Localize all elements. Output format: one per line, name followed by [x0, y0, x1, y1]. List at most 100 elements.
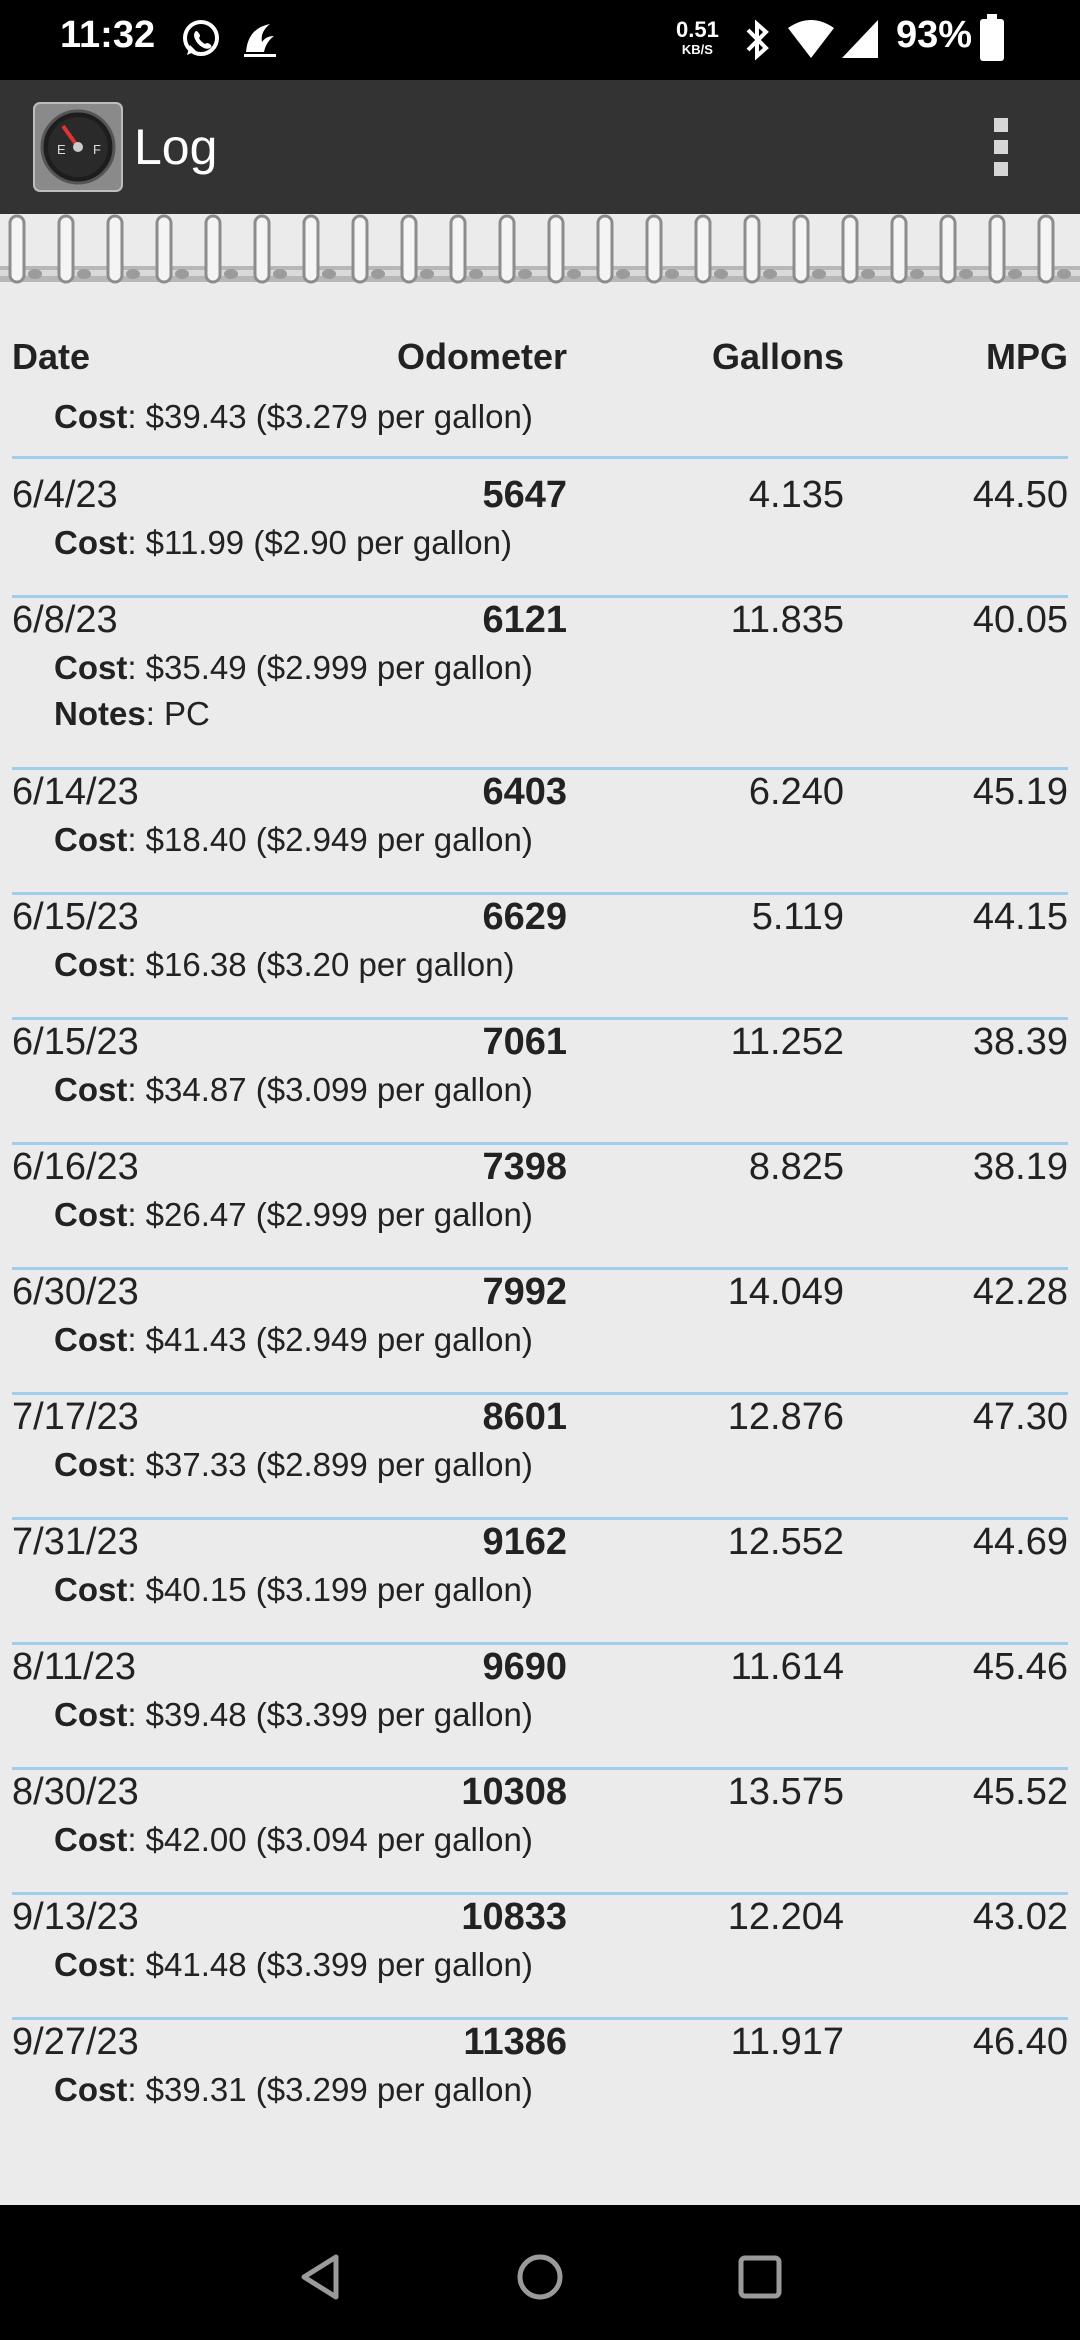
svg-text:E: E	[57, 142, 66, 157]
entry-mpg: 45.19	[972, 771, 1068, 813]
list-item[interactable]: 9/13/23 10833 12.204 43.02 Cost: $41.48 ($3.…	[0, 1896, 1080, 2021]
cost-line: Cost: $40.15 ($3.199 per gallon)	[54, 1571, 533, 1609]
entry-odometer: 7398	[482, 1146, 567, 1188]
fuel-gauge-icon[interactable]: E F	[33, 102, 123, 192]
recents-square-icon[interactable]	[730, 2247, 790, 2307]
app-bar: E F Log	[0, 80, 1080, 214]
header-date[interactable]: Date	[12, 336, 90, 378]
app-notification-icon	[244, 24, 276, 57]
battery-percent: 93%	[896, 14, 973, 56]
entry-date: 6/14/23	[12, 771, 139, 813]
network-speed-value: 0.51	[676, 17, 719, 42]
list-item[interactable]: 6/4/23 5647 4.135 44.50 Cost: $11.99 ($2.90 …	[0, 474, 1080, 599]
entry-odometer: 9162	[482, 1521, 567, 1563]
entry-mpg: 40.05	[972, 599, 1068, 641]
home-circle-icon[interactable]	[510, 2247, 570, 2307]
row-divider	[12, 2017, 1068, 2020]
notebook-spiral-decoration	[0, 214, 1080, 314]
entry-odometer: 5647	[482, 474, 567, 516]
row-divider	[12, 1892, 1068, 1895]
entry-mpg: 46.40	[972, 2021, 1068, 2063]
entry-mpg: 44.69	[972, 1521, 1068, 1563]
wifi-icon	[788, 20, 834, 58]
list-item[interactable]: 6/16/23 7398 8.825 38.19 Cost: $26.47 ($2.99…	[0, 1146, 1080, 1271]
list-item[interactable]: 7/17/23 8601 12.876 47.30 Cost: $37.33 ($2.8…	[0, 1396, 1080, 1521]
cost-label: Cost	[54, 821, 128, 858]
list-item[interactable]: 6/14/23 6403 6.240 45.19 Cost: $18.40 ($2.94…	[0, 771, 1080, 896]
row-divider	[12, 1142, 1068, 1145]
entry-odometer: 9690	[482, 1646, 567, 1688]
cost-value: : $35.49 ($2.999 per gallon)	[127, 649, 533, 686]
notes-value: : PC	[145, 695, 210, 732]
cost-line: Cost: $16.38 ($3.20 per gallon)	[54, 946, 514, 984]
cost-line: Cost: $39.43 ($3.279 per gallon)	[54, 398, 533, 436]
list-item[interactable]: 8/30/23 10308 13.575 45.52 Cost: $42.00 ($3.…	[0, 1771, 1080, 1896]
header-gallons[interactable]: Gallons	[712, 336, 844, 378]
entry-main-row: 8/30/23 10308 13.575 45.52	[0, 1771, 1080, 1821]
cost-line: Cost: $34.87 ($3.099 per gallon)	[54, 1071, 533, 1109]
header-odometer[interactable]: Odometer	[397, 336, 567, 378]
app-title: Log	[134, 119, 218, 175]
row-divider	[12, 1392, 1068, 1395]
cost-value: : $39.48 ($3.399 per gallon)	[127, 1696, 533, 1733]
entry-main-row: 6/8/23 6121 11.835 40.05	[0, 599, 1080, 649]
entry-date: 6/4/23	[12, 474, 118, 516]
battery-icon	[980, 14, 1004, 61]
entry-gallons: 8.825	[748, 1146, 844, 1188]
list-item[interactable]: 9/27/23 11386 11.917 46.40 Cost: $39.31 ($3.…	[0, 2021, 1080, 2146]
cost-label: Cost	[54, 398, 128, 435]
entry-odometer: 6629	[482, 896, 567, 938]
entry-odometer: 8601	[482, 1396, 567, 1438]
cost-line: Cost: $35.49 ($2.999 per gallon)	[54, 649, 533, 687]
entry-mpg: 45.52	[972, 1771, 1068, 1813]
cost-line: Cost: $41.48 ($3.399 per gallon)	[54, 1946, 533, 1984]
entry-main-row: 6/14/23 6403 6.240 45.19	[0, 771, 1080, 821]
entry-odometer: 6121	[482, 599, 567, 641]
list-item[interactable]: 6/8/23 6121 11.835 40.05 Cost: $35.49 ($2.99…	[0, 599, 1080, 771]
row-divider	[12, 1017, 1068, 1020]
cost-label: Cost	[54, 1946, 128, 1983]
entry-gallons: 12.204	[727, 1896, 844, 1938]
cost-line: Cost: $41.43 ($2.949 per gallon)	[54, 1321, 533, 1359]
list-item[interactable]: 7/31/23 9162 12.552 44.69 Cost: $40.15 ($3.1…	[0, 1521, 1080, 1646]
header-mpg[interactable]: MPG	[986, 336, 1068, 378]
entry-gallons: 4.135	[748, 474, 844, 516]
cost-line: Cost: $37.33 ($2.899 per gallon)	[54, 1446, 533, 1484]
list-item[interactable]: 8/11/23 9690 11.614 45.46 Cost: $39.48 ($3.3…	[0, 1646, 1080, 1771]
cost-line: Cost: $39.48 ($3.399 per gallon)	[54, 1696, 533, 1734]
entry-date: 6/30/23	[12, 1271, 139, 1313]
cost-label: Cost	[54, 1821, 128, 1858]
cost-line: Cost: $18.40 ($2.949 per gallon)	[54, 821, 533, 859]
row-divider	[12, 767, 1068, 770]
entry-mpg: 44.15	[972, 896, 1068, 938]
cost-line: Cost: $42.00 ($3.094 per gallon)	[54, 1821, 533, 1859]
row-divider	[12, 1767, 1068, 1770]
cost-value: : $34.87 ($3.099 per gallon)	[127, 1071, 533, 1108]
cost-line: Cost: $26.47 ($2.999 per gallon)	[54, 1196, 533, 1234]
svg-text:F: F	[93, 142, 101, 157]
notes-label: Notes	[54, 695, 146, 732]
entry-mpg: 45.46	[972, 1646, 1068, 1688]
cost-value: : $41.48 ($3.399 per gallon)	[127, 1946, 533, 1983]
overflow-menu-icon[interactable]	[986, 118, 1016, 178]
entry-gallons: 11.917	[730, 2021, 844, 2063]
entry-main-row: 6/15/23 6629 5.119 44.15	[0, 896, 1080, 946]
entry-gallons: 11.614	[730, 1646, 844, 1688]
entry-gallons: 12.876	[727, 1396, 844, 1438]
entry-odometer: 10308	[461, 1771, 567, 1813]
table-header: Date Odometer Gallons MPG	[0, 314, 1080, 390]
list-item[interactable]: 6/15/23 7061 11.252 38.39 Cost: $34.87 ($3.0…	[0, 1021, 1080, 1146]
entry-date: 7/17/23	[12, 1396, 139, 1438]
cost-label: Cost	[54, 2071, 128, 2108]
list-item[interactable]: 6/15/23 6629 5.119 44.15 Cost: $16.38 ($3.20…	[0, 896, 1080, 1021]
status-time: 11:32	[60, 14, 156, 56]
entry-date: 7/31/23	[12, 1521, 139, 1563]
notes-line: Notes: PC	[54, 695, 210, 733]
cost-value: : $42.00 ($3.094 per gallon)	[127, 1821, 533, 1858]
back-triangle-icon[interactable]	[292, 2247, 352, 2307]
entry-date: 9/27/23	[12, 2021, 139, 2063]
list-item[interactable]: 6/30/23 7992 14.049 42.28 Cost: $41.43 ($2.9…	[0, 1271, 1080, 1396]
cost-line: Cost: $11.99 ($2.90 per gallon)	[54, 524, 512, 562]
entry-date: 6/16/23	[12, 1146, 139, 1188]
log-list[interactable]: Date Odometer Gallons MPG Cost: $39.43 (…	[0, 314, 1080, 2205]
